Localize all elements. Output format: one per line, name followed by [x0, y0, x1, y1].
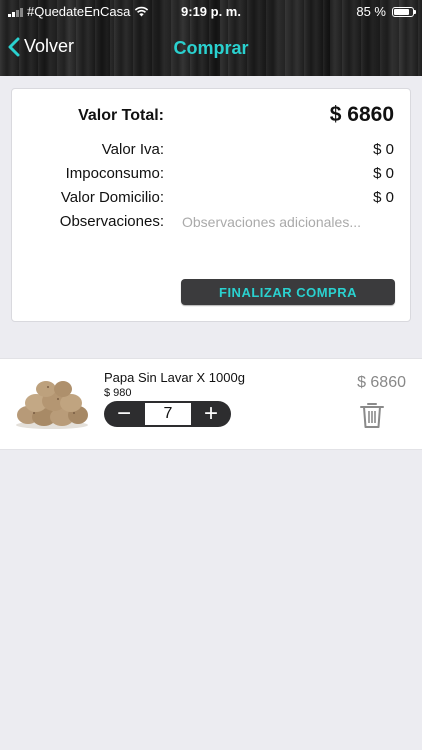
product-unit-price: $ 980 — [104, 387, 132, 399]
potato-image — [16, 381, 88, 429]
quantity-field[interactable] — [145, 403, 191, 425]
iva-label: Valor Iva: — [101, 141, 164, 158]
decrease-quantity-button[interactable]: − — [104, 401, 144, 427]
total-label: Valor Total: — [78, 107, 164, 124]
order-summary-card: Valor Total: $ 6860 Valor Iva: $ 0 Impoc… — [11, 88, 411, 322]
total-value: $ 6860 — [329, 103, 394, 126]
battery-icon — [392, 6, 416, 17]
status-bar: #QuedateEnCasa 9:19 p. m. 85 % — [0, 0, 422, 22]
impoconsumo-label: Impoconsumo: — [65, 165, 164, 182]
cart-item: Papa Sin Lavar X 1000g $ 980 − + $ 6860 — [0, 358, 422, 450]
observaciones-input[interactable] — [182, 213, 392, 257]
header-bar: #QuedateEnCasa 9:19 p. m. 85 % Volver Co… — [0, 0, 422, 76]
observaciones-label: Observaciones: — [59, 213, 164, 230]
trash-icon[interactable] — [359, 401, 385, 429]
domicilio-value: $ 0 — [373, 189, 394, 206]
iva-value: $ 0 — [373, 141, 394, 158]
status-right: 85 % — [356, 4, 416, 19]
domicilio-label: Valor Domicilio: — [60, 189, 164, 206]
finalize-purchase-button[interactable]: FINALIZAR COMPRA — [181, 279, 395, 305]
impoconsumo-value: $ 0 — [373, 165, 394, 182]
quantity-stepper: − + — [104, 401, 231, 427]
product-line-total: $ 6860 — [357, 374, 406, 391]
battery-percent: 85 % — [356, 4, 386, 19]
page-title: Comprar — [173, 38, 249, 58]
product-name: Papa Sin Lavar X 1000g — [104, 370, 245, 385]
increase-quantity-button[interactable]: + — [191, 401, 231, 427]
